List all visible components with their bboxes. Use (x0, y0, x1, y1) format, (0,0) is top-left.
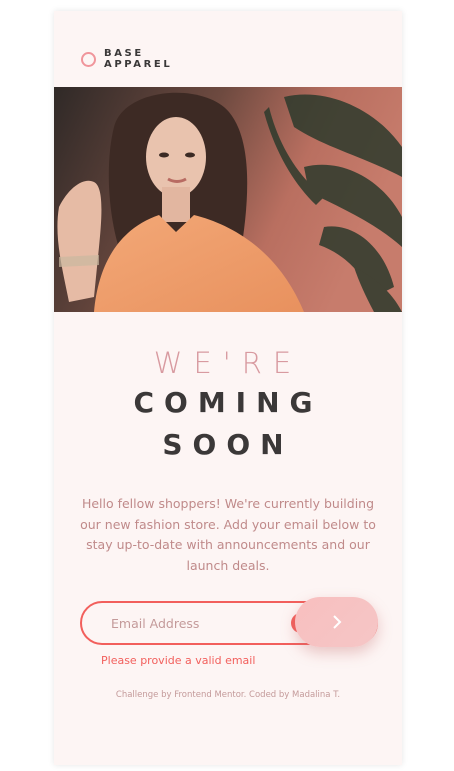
brand-logo: BASE APPAREL (81, 48, 172, 70)
footer-credit: Challenge by Frontend Mentor. Coded by M… (115, 690, 341, 700)
brand-name-line2: APPAREL (104, 59, 173, 70)
headline-line-3: SOON (162, 428, 294, 461)
circle-logo-icon (81, 51, 96, 67)
headline-line-2: COMING (133, 386, 323, 419)
hero-illustration (54, 87, 402, 312)
email-form: ! (80, 597, 378, 647)
description-text: Hello fellow shoppers! We're currently b… (80, 496, 376, 573)
hero-image (54, 87, 402, 312)
landing-card: BASE APPAREL WE'RE COMING SOON Hello fel… (54, 11, 402, 765)
submit-button[interactable] (295, 597, 378, 647)
brand-name-line1: BASE (104, 48, 144, 59)
chevron-right-icon (332, 615, 341, 629)
brand-name: BASE APPAREL (104, 48, 172, 70)
headline-line-1: WE'RE (153, 346, 303, 380)
email-error-message: Please provide a valid email (101, 654, 256, 667)
